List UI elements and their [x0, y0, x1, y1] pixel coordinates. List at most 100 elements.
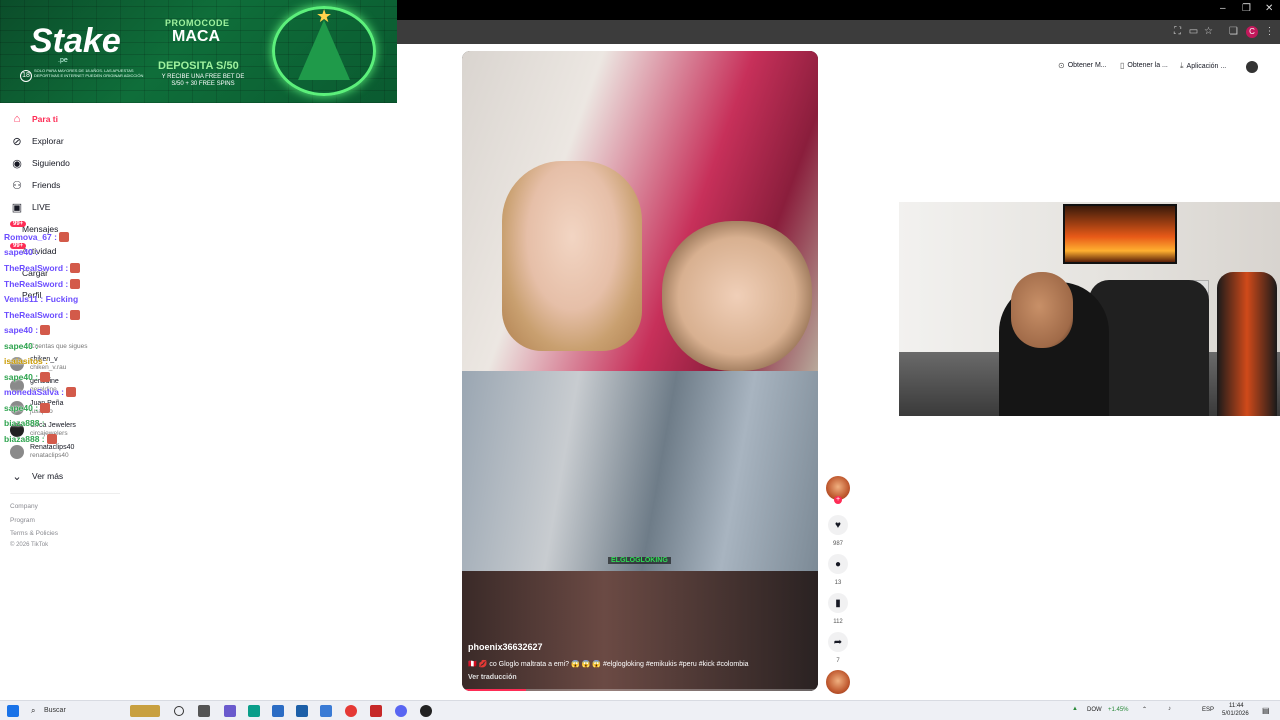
streamer-head	[1011, 272, 1073, 348]
cast-icon[interactable]: ▭	[1188, 26, 1199, 37]
clock-time[interactable]: 11:44	[1229, 703, 1244, 709]
phone-icon: ▯	[1120, 61, 1125, 70]
nav-item-siguiendo[interactable]: ◉ Siguiendo	[10, 154, 70, 172]
save-button[interactable]: ▮	[828, 593, 848, 613]
nav-item-friends[interactable]: ⚇ Friends	[10, 176, 60, 194]
chat-message: sape40 :	[4, 403, 51, 413]
obs-icon[interactable]	[370, 705, 382, 717]
chat-message: isaiasitos :	[4, 356, 48, 366]
bookmark-star-icon[interactable]: ☆	[1203, 26, 1214, 37]
emote-icon	[70, 310, 81, 320]
see-more-button[interactable]: ⌄ Ver más	[10, 467, 63, 485]
chat-username: sape40 :	[4, 341, 39, 351]
maximize-button[interactable]: ❐	[1242, 3, 1251, 14]
stake-ad-banner[interactable]: Stake .pe 18 SOLO PARA MAYORES DE 18 AÑO…	[0, 0, 397, 103]
share-button[interactable]: ➦	[828, 632, 848, 652]
ticker-symbol: DOW	[1087, 707, 1102, 713]
ticker-change: +1.45%	[1108, 707, 1129, 713]
chrome-icon[interactable]	[345, 705, 357, 717]
video-overlay-tag: ELGLOGLOKING	[608, 557, 671, 564]
friends-icon: ⚇	[12, 179, 22, 192]
sidebar-divider	[10, 493, 120, 494]
get-coins-button[interactable]: ⊙ Obtener M...	[1058, 61, 1107, 70]
tray-chevron-icon[interactable]: ⌃	[1142, 706, 1147, 713]
video-player[interactable]: ELGLOGLOKING phoenix36632627 🇵🇪 💋 co Glo…	[462, 51, 818, 691]
video-person	[502, 161, 642, 351]
discord-icon[interactable]	[395, 705, 407, 717]
chat-message: TheRealSword :	[4, 310, 81, 320]
task-view-icon[interactable]	[198, 705, 210, 717]
nav-item-para-ti[interactable]: ⌂ Para ti	[10, 110, 58, 128]
chat-message: sape40 :	[4, 341, 38, 351]
notification-icon[interactable]: ▤	[1262, 706, 1270, 715]
live-icon: ▣	[11, 201, 23, 214]
home-icon: ⌂	[13, 113, 21, 125]
chat-message: sape40 :	[4, 372, 51, 382]
follow-plus-icon[interactable]: +	[834, 496, 842, 504]
chat-message: sape40 :	[4, 247, 38, 257]
chat-username: Romova_67 :	[4, 232, 57, 242]
store-icon[interactable]	[296, 705, 308, 717]
nav-label: Para ti	[32, 114, 58, 124]
see-translation-link[interactable]: Ver traducción	[468, 674, 517, 681]
browser-profile-avatar[interactable]: C	[1246, 26, 1258, 38]
music-disc-icon[interactable]	[826, 670, 850, 694]
chat-message: Venus11 : Fucking	[4, 294, 78, 304]
following-account[interactable]: Renataclips40 renataclips40	[10, 444, 74, 459]
offer-detail: Y RECIBE UNA FREE BET DE S/50 + 30 FREE …	[161, 74, 245, 87]
christmas-tree-icon	[298, 20, 350, 80]
emote-icon	[40, 372, 51, 382]
search-icon: ⌕	[31, 706, 36, 715]
button-label: Obtener la ...	[1127, 62, 1168, 69]
footer-link[interactable]: Terms & Policies	[10, 530, 58, 537]
copyright-text: © 2026 TikTok	[10, 542, 49, 548]
heart-icon: ♥	[835, 519, 841, 531]
extensions-icon[interactable]: ❏	[1228, 26, 1239, 37]
following-icon: ◉	[12, 157, 22, 170]
chat-message: TheRealSword :	[4, 263, 81, 273]
emote-icon	[70, 279, 81, 289]
widget-icon[interactable]	[130, 705, 160, 717]
streamer-webcam	[899, 202, 1280, 416]
video-author[interactable]: phoenix36632627	[468, 642, 543, 652]
explorer-icon[interactable]	[272, 705, 284, 717]
chat-username: monedaSalva :	[4, 387, 64, 397]
deposit-offer: DEPOSITA S/50	[158, 60, 239, 72]
cortana-icon[interactable]	[174, 706, 184, 716]
translate-icon[interactable]: ⛶	[1172, 26, 1183, 37]
language-indicator[interactable]: ESP	[1202, 707, 1214, 713]
video-progress-bar[interactable]	[462, 689, 818, 691]
mail-icon[interactable]	[320, 705, 332, 717]
user-avatar[interactable]	[1246, 61, 1258, 73]
download-icon: ⤓	[1180, 61, 1184, 70]
desktop-app-button[interactable]: ⤓ Aplicación ...	[1180, 61, 1226, 71]
promocode-label: PROMOCODE	[165, 18, 230, 28]
comment-button[interactable]: ●	[828, 554, 848, 574]
minimize-button[interactable]: –	[1220, 3, 1226, 14]
app-icon[interactable]	[420, 705, 432, 717]
browser-menu-icon[interactable]: ⋮	[1264, 26, 1275, 37]
chat-username: sape40 :	[4, 247, 39, 257]
star-icon: ★	[316, 6, 333, 26]
volume-icon[interactable]: ♪	[1168, 706, 1171, 712]
chat-username: Venus11 : Fucking	[4, 294, 79, 304]
footer-link[interactable]: Program	[10, 517, 35, 524]
nav-label: Siguiendo	[32, 158, 70, 168]
edge-icon[interactable]	[248, 705, 260, 717]
chat-username: TheRealSword :	[4, 263, 69, 273]
banner-legal-text: SOLO PARA MAYORES DE 18 AÑOS. LAS APUEST…	[34, 68, 144, 78]
see-more-label: Ver más	[32, 471, 64, 481]
nav-item-explorar[interactable]: ⊘ Explorar	[10, 132, 63, 150]
app-icon[interactable]	[224, 705, 236, 717]
like-button[interactable]: ♥	[828, 515, 848, 535]
get-app-button[interactable]: ▯ Obtener la ...	[1120, 61, 1168, 70]
button-label: Obtener M...	[1067, 62, 1107, 69]
footer-link[interactable]: Company	[10, 503, 38, 510]
clock-date[interactable]: 5/01/2026	[1222, 711, 1249, 717]
close-button[interactable]: ✕	[1265, 3, 1273, 14]
windows-start-icon[interactable]	[7, 705, 19, 717]
like-count: 987	[832, 541, 843, 547]
account-name: Renataclips40	[30, 444, 75, 451]
nav-item-live[interactable]: ▣ LIVE	[10, 198, 51, 216]
promocode-value: MACA	[172, 28, 220, 45]
